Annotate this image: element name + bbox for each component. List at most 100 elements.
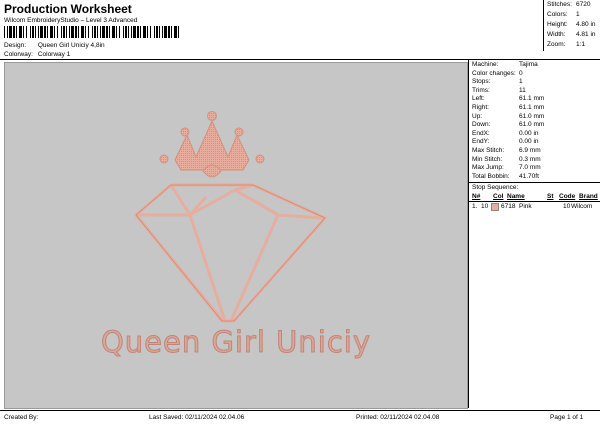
- info-row-right: Right: 61.1 mm: [472, 103, 545, 111]
- barcode-bar: [133, 26, 136, 38]
- barcode-bar: [47, 26, 48, 38]
- barcode-bar: [97, 26, 98, 38]
- barcode-bar: [102, 26, 105, 38]
- info-row-stops: Stops: 1: [472, 78, 523, 86]
- stats-box: Stitches: 6720 Colors: 1 Height: 4.80 in Wi…: [543, 0, 600, 51]
- barcode-bar: [71, 26, 74, 38]
- col-n: N#: [472, 193, 481, 201]
- barcode-bar: [81, 26, 84, 38]
- barcode-bar: [178, 26, 179, 38]
- barcode-bar: [162, 26, 163, 38]
- info-row-max-jump: Max Jump: 7.0 mm: [472, 164, 541, 172]
- design-meta: Design: Queen Girl Uniciy 4,8in: [4, 42, 105, 49]
- barcode-bar: [44, 26, 46, 38]
- info-row-color-changes: Color changes: 0: [472, 69, 523, 77]
- col-name: Name: [507, 193, 525, 201]
- barcode-bar: [164, 26, 167, 38]
- footer: Created By: Last Saved: 02/11/2024 02.04…: [0, 410, 600, 425]
- barcode-bar: [69, 26, 70, 38]
- barcode-bar: [75, 26, 77, 38]
- barcode-bar: [154, 26, 155, 38]
- printed-date: Printed: 02/11/2024 02.04.08: [356, 414, 440, 421]
- design-text: Queen Girl Uniciy: [100, 325, 372, 360]
- barcode-bar: [85, 26, 86, 38]
- colorway-value: Colorway 1: [37, 51, 71, 58]
- page-number: Page 1 of 1: [550, 414, 584, 421]
- barcode-bar: [112, 26, 115, 38]
- barcode-bar: [54, 26, 55, 38]
- design-label: Design:: [4, 42, 27, 49]
- barcode-bar: [57, 26, 58, 38]
- barcode-graphic: [4, 26, 179, 38]
- barcode-bar: [23, 26, 24, 38]
- stop-sequence-label: Stop Sequence:: [469, 182, 600, 192]
- barcode-bar: [125, 26, 127, 38]
- barcode-bar: [32, 26, 34, 38]
- stats-row-width: Width: 4.81 in: [547, 31, 596, 38]
- barcode-bar: [147, 26, 148, 38]
- barcode-bar: [66, 26, 67, 38]
- info-row-endy: EndY: 0.00 in: [472, 138, 539, 146]
- machine-info-panel: Machine: Tajima Color changes: 0 Stops: 1 T…: [468, 59, 600, 408]
- info-row-machine: Machine: Tajima: [472, 61, 538, 68]
- stats-row-stitches: Stitches: 6720: [547, 1, 591, 8]
- barcode-bar: [7, 26, 8, 38]
- info-row-total-bobbin: Total Bobbin: 41.70ft: [472, 172, 539, 180]
- worksheet-title: Production Worksheet: [4, 2, 132, 16]
- barcode-bar: [92, 26, 93, 38]
- barcode-bar: [159, 26, 160, 38]
- barcode-bar: [50, 26, 53, 38]
- barcode-bar: [119, 26, 120, 38]
- barcode-bar: [116, 26, 117, 38]
- thread-swatch: [491, 203, 499, 212]
- stop-sequence-header: N# Col Name St Code Brand: [469, 192, 600, 203]
- info-row-trims: Trims: 11: [472, 86, 526, 94]
- table-row: 1. 10 6718 Pink 10 Wilcom: [472, 203, 593, 212]
- col-col: Col: [493, 193, 504, 201]
- barcode-bar: [94, 26, 96, 38]
- barcode-bar: [61, 26, 62, 38]
- barcode-bar: [30, 26, 31, 38]
- diamond-icon: [134, 183, 327, 323]
- barcode-bar: [131, 26, 132, 38]
- created-by: Created By:: [4, 414, 39, 421]
- col-code: Code: [559, 193, 576, 201]
- barcode-bar: [123, 26, 124, 38]
- barcode-bar: [63, 26, 65, 38]
- barcode-bar: [150, 26, 151, 38]
- barcode-bar: [109, 26, 110, 38]
- barcode-bar: [100, 26, 101, 38]
- col-brand: Brand: [579, 193, 598, 201]
- info-row-endx: EndX: 0.00 in: [472, 129, 539, 137]
- stats-row-height: Height: 4.80 in: [547, 21, 596, 28]
- info-row-left: Left: 61.1 mm: [472, 95, 545, 103]
- stats-row-colors: Colors: 1: [547, 11, 580, 18]
- barcode-bar: [4, 26, 5, 38]
- info-row-up: Up: 61.0 mm: [472, 112, 545, 120]
- barcode-bar: [13, 26, 15, 38]
- barcode-bar: [143, 26, 146, 38]
- barcode-bar: [88, 26, 89, 38]
- last-saved: Last Saved: 02/11/2024 02.04.06: [149, 414, 245, 421]
- barcode: [4, 26, 182, 38]
- crown-icon: [159, 111, 265, 178]
- info-row-max-stitch: Max Stitch: 6.9 mm: [472, 146, 541, 154]
- software-subtitle: Wilcom EmbroideryStudio – Level 3 Advanc…: [4, 17, 138, 24]
- barcode-bar: [19, 26, 22, 38]
- barcode-bar: [16, 26, 17, 38]
- colorway-label: Colorway:: [4, 51, 33, 58]
- stats-row-zoom: Zoom: 1:1: [547, 41, 586, 48]
- barcode-bar: [78, 26, 79, 38]
- info-row-down: Down: 61.0 mm: [472, 121, 545, 129]
- col-st: St: [547, 193, 554, 201]
- barcode-bar: [106, 26, 108, 38]
- barcode-bar: [35, 26, 36, 38]
- barcode-bar: [137, 26, 139, 38]
- barcode-bar: [174, 26, 177, 38]
- colorway-meta: Colorway: Colorway 1: [4, 51, 70, 58]
- design-value: Queen Girl Uniciy 4,8in: [37, 42, 105, 49]
- barcode-bar: [9, 26, 12, 38]
- barcode-bar: [128, 26, 129, 38]
- barcode-bar: [140, 26, 141, 38]
- barcode-bar: [38, 26, 39, 38]
